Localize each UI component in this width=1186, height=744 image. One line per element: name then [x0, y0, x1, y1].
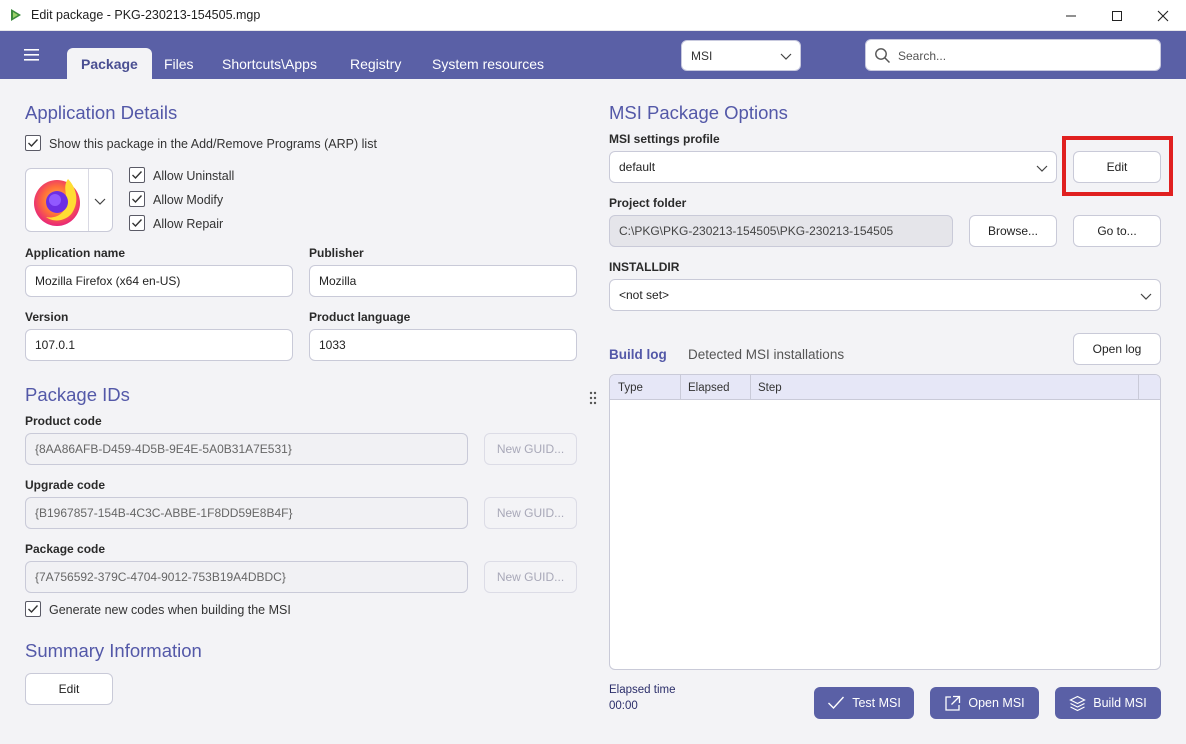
product-code-label: Product code — [25, 414, 102, 428]
app-icon-picker[interactable] — [25, 168, 113, 232]
open-msi-label: Open MSI — [968, 696, 1025, 710]
chevron-down-icon — [780, 53, 792, 60]
product-language-field[interactable]: 1033 — [309, 329, 577, 361]
tab-registry[interactable]: Registry — [336, 48, 415, 79]
application-name-field[interactable]: Mozilla Firefox (x64 en-US) — [25, 265, 293, 297]
tab-build-log[interactable]: Build log — [609, 347, 667, 362]
allow-repair-label: Allow Repair — [153, 217, 224, 231]
upgrade-code-field: {B1967857-154B-4C3C-ABBE-1F8DD59E8B4F} — [25, 497, 468, 529]
msi-settings-profile-select[interactable]: default — [609, 151, 1057, 183]
checkmark-icon — [132, 171, 143, 180]
maximize-button[interactable] — [1094, 0, 1140, 31]
icon-picker-divider — [88, 169, 89, 231]
menu-icon[interactable] — [22, 47, 42, 63]
elapsed-time-value: 00:00 — [609, 700, 638, 712]
msi-settings-profile-value: default — [619, 160, 656, 174]
package-code-label: Package code — [25, 542, 106, 556]
package-ids-heading: Package IDs — [25, 384, 130, 405]
upgrade-code-label: Upgrade code — [25, 478, 106, 492]
generate-codes-checkbox[interactable] — [25, 601, 41, 617]
checkmark-icon — [28, 605, 39, 614]
tab-detected-msi[interactable]: Detected MSI installations — [688, 347, 844, 362]
project-folder-label: Project folder — [609, 196, 687, 210]
package-code-field: {7A756592-379C-4704-9012-753B19A4DBDC} — [25, 561, 468, 593]
new-guid-package-button: New GUID... — [484, 561, 577, 593]
search-input[interactable]: Search... — [865, 39, 1161, 71]
minimize-button[interactable] — [1048, 0, 1094, 31]
build-msi-button[interactable]: Build MSI — [1055, 687, 1161, 719]
version-label: Version — [25, 310, 69, 324]
show-in-arp-label: Show this package in the Add/Remove Prog… — [49, 137, 377, 151]
layers-icon — [1069, 695, 1087, 711]
allow-modify-label: Allow Modify — [153, 193, 224, 207]
publisher-field[interactable]: Mozilla — [309, 265, 577, 297]
highlight-box — [1062, 136, 1173, 196]
chevron-down-icon — [1140, 293, 1152, 300]
tab-system-resources[interactable]: System resources — [418, 48, 558, 79]
column-step[interactable]: Step — [750, 375, 1139, 400]
open-log-button[interactable]: Open log — [1073, 333, 1161, 365]
product-language-label: Product language — [309, 310, 411, 324]
firefox-logo-icon — [34, 179, 80, 226]
version-field[interactable]: 107.0.1 — [25, 329, 293, 361]
msi-package-options-heading: MSI Package Options — [609, 102, 788, 123]
window-title: Edit package - PKG-230213-154505.mgp — [31, 8, 261, 22]
application-name-label: Application name — [25, 246, 126, 260]
search-icon — [875, 48, 891, 64]
application-details-heading: Application Details — [25, 102, 178, 123]
allow-uninstall-label: Allow Uninstall — [153, 169, 235, 183]
splitter-grip-icon[interactable] — [589, 390, 597, 410]
build-log-table[interactable]: Type Elapsed Step — [609, 374, 1161, 670]
column-type[interactable]: Type — [610, 375, 681, 400]
installdir-label: INSTALLDIR — [609, 260, 680, 274]
new-guid-product-button: New GUID... — [484, 433, 577, 465]
browse-button[interactable]: Browse... — [969, 215, 1057, 247]
publisher-label: Publisher — [309, 246, 364, 260]
checkmark-icon — [132, 219, 143, 228]
search-placeholder: Search... — [898, 49, 947, 63]
column-elapsed[interactable]: Elapsed — [680, 375, 751, 400]
installdir-value: <not set> — [619, 288, 670, 302]
product-code-field: {8AA86AFB-D459-4D5B-9E4E-5A0B31A7E531} — [25, 433, 468, 465]
chevron-down-icon — [94, 198, 106, 205]
show-in-arp-checkbox[interactable] — [25, 135, 41, 151]
main-toolbar: Package Files Shortcuts\Apps Registry Sy… — [0, 31, 1186, 79]
package-type-select[interactable]: MSI — [681, 40, 801, 71]
title-bar: Edit package - PKG-230213-154505.mgp — [0, 0, 1186, 31]
open-msi-button[interactable]: Open MSI — [930, 687, 1039, 719]
goto-button[interactable]: Go to... — [1073, 215, 1161, 247]
test-msi-label: Test MSI — [852, 696, 901, 710]
summary-edit-button[interactable]: Edit — [25, 673, 113, 705]
generate-codes-label: Generate new codes when building the MSI — [49, 603, 291, 617]
test-msi-button[interactable]: Test MSI — [814, 687, 914, 719]
chevron-down-icon — [1036, 165, 1048, 172]
checkmark-icon — [132, 195, 143, 204]
tab-shortcuts-apps[interactable]: Shortcuts\Apps — [208, 48, 331, 79]
checkmark-icon — [828, 696, 845, 710]
allow-repair-checkbox[interactable] — [129, 215, 145, 231]
new-guid-upgrade-button: New GUID... — [484, 497, 577, 529]
elapsed-time-label: Elapsed time — [609, 684, 676, 696]
tab-files[interactable]: Files — [150, 48, 208, 79]
checkmark-icon — [28, 139, 39, 148]
allow-modify-checkbox[interactable] — [129, 191, 145, 207]
installdir-select[interactable]: <not set> — [609, 279, 1161, 311]
project-folder-field: C:\PKG\PKG-230213-154505\PKG-230213-1545… — [609, 215, 953, 247]
summary-information-heading: Summary Information — [25, 640, 202, 661]
build-log-header: Type Elapsed Step — [610, 375, 1160, 400]
allow-uninstall-checkbox[interactable] — [129, 167, 145, 183]
package-type-value: MSI — [691, 48, 713, 63]
tab-package[interactable]: Package — [67, 48, 152, 79]
build-msi-label: Build MSI — [1093, 696, 1147, 710]
close-button[interactable] — [1140, 0, 1186, 31]
external-link-icon — [945, 695, 961, 711]
msi-settings-profile-label: MSI settings profile — [609, 132, 720, 146]
app-logo-icon — [11, 9, 21, 21]
